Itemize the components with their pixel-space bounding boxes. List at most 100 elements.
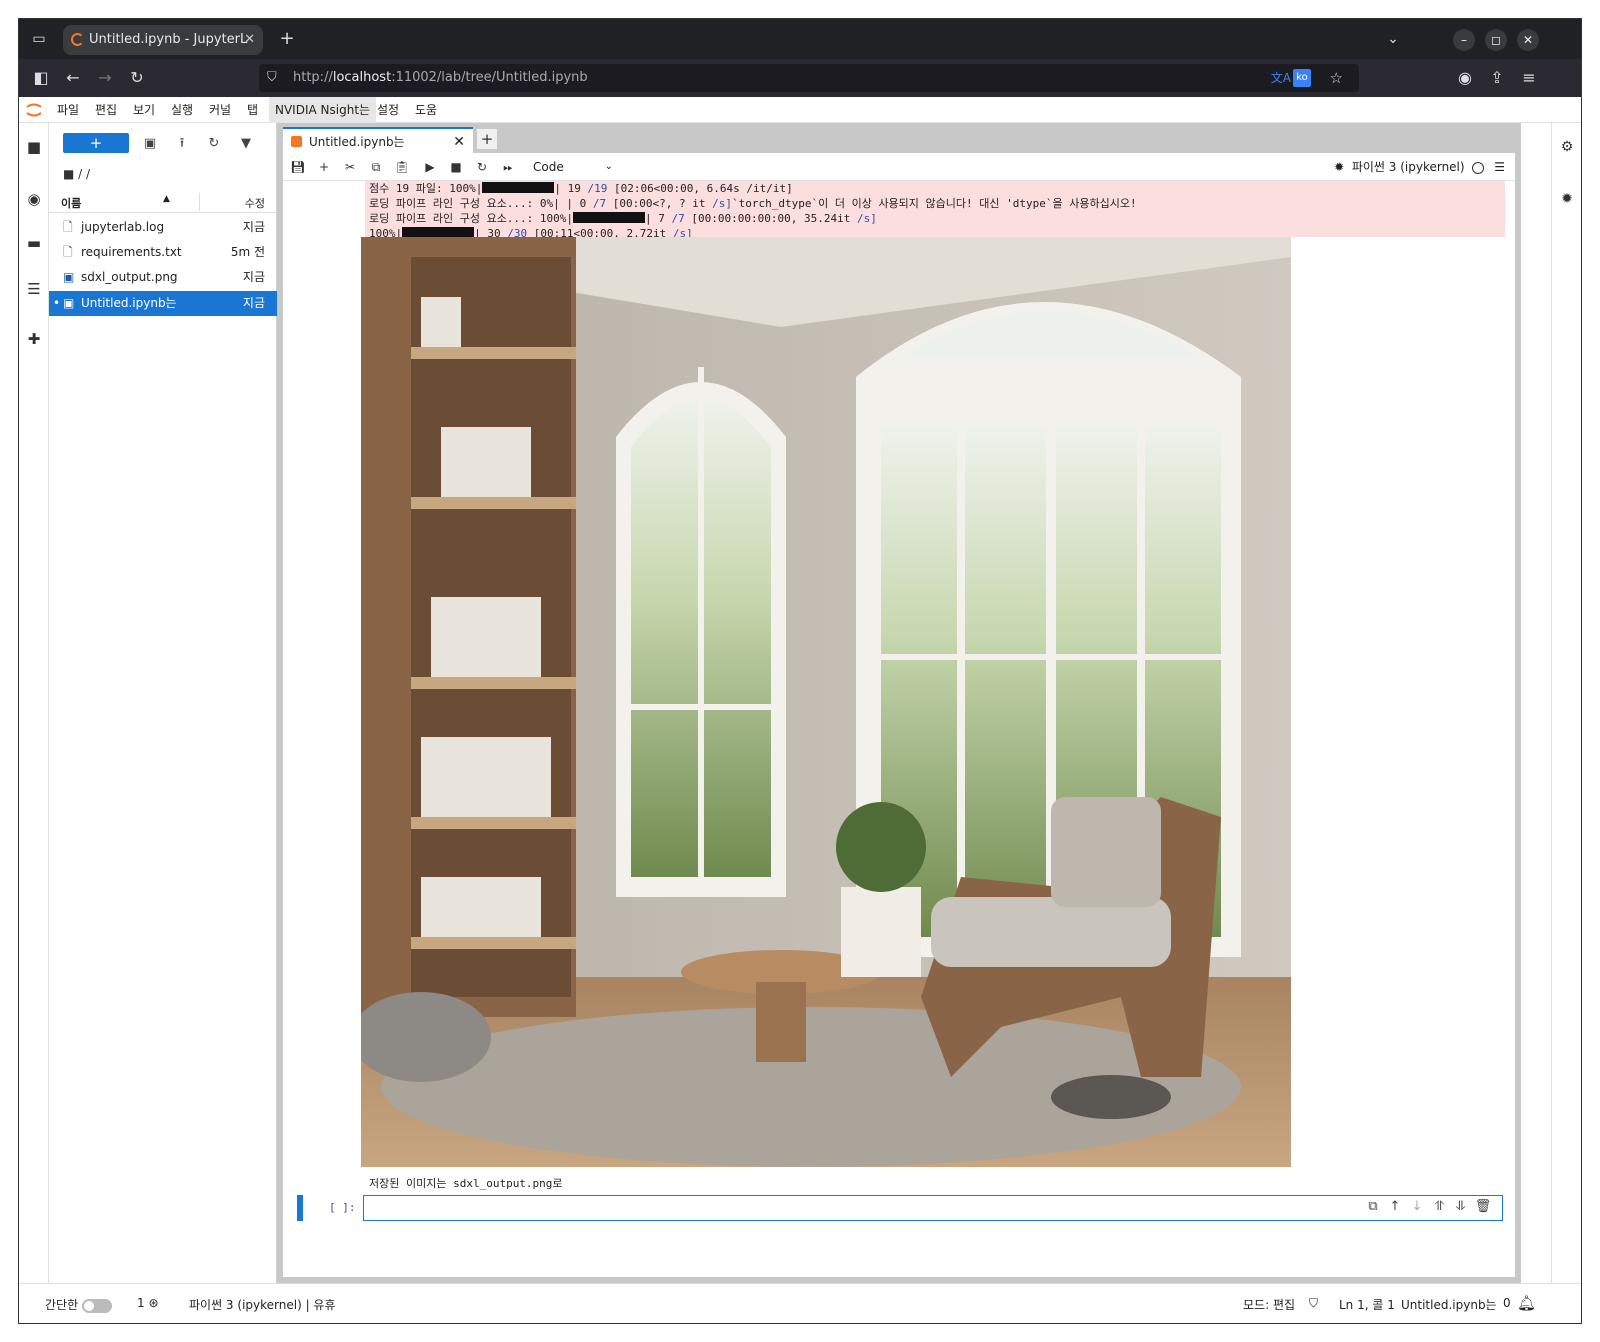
- toc-icon[interactable]: ☰: [24, 279, 44, 299]
- file-list-header: 이름 ▲ 수정: [49, 191, 277, 213]
- jupyter-logo-icon: [26, 103, 42, 117]
- new-launcher-button[interactable]: +: [63, 133, 129, 153]
- terminal-count[interactable]: 1 ⊛: [137, 1296, 159, 1310]
- forward-icon[interactable]: →: [93, 66, 117, 90]
- run-icon[interactable]: ▶: [421, 158, 439, 176]
- paste-icon[interactable]: 📋︎: [393, 158, 411, 176]
- image-icon: ▣: [63, 270, 75, 284]
- browser-tab-strip: ▭ Untitled.ipynb - JupyterL ✕ + ⌄ – ◻ ✕: [19, 19, 1581, 59]
- file-name: requirements.txt: [81, 245, 182, 259]
- minimize-icon[interactable]: –: [1453, 29, 1475, 51]
- bell-icon[interactable]: 🔔︎: [1517, 1294, 1536, 1312]
- upload-icon[interactable]: ⭱: [173, 135, 191, 153]
- filter-icon[interactable]: ▼: [237, 135, 255, 153]
- menu-settings[interactable]: 설정: [371, 97, 405, 123]
- stderr-text: | 19: [554, 182, 588, 195]
- insert-below-icon[interactable]: ⥥: [1450, 1199, 1472, 1214]
- menu-run[interactable]: 실행: [165, 97, 199, 123]
- notebook-tab[interactable]: Untitled.ipynb는 ✕: [283, 127, 473, 153]
- tab-list-chevron-icon[interactable]: ⌄: [1381, 27, 1405, 51]
- new-launcher-tab-icon[interactable]: +: [477, 129, 497, 149]
- run-all-icon[interactable]: ⏩︎: [499, 158, 517, 176]
- url-bar[interactable]: ⛉ http://localhost:11002/lab/tree/Untitl…: [259, 64, 1359, 92]
- active-cell-indicator: [297, 1195, 303, 1221]
- property-inspector-icon[interactable]: ⚙: [1557, 137, 1577, 157]
- terminal-count-value: 1: [137, 1296, 145, 1310]
- menu-nvidia-nsight[interactable]: NVIDIA Nsight는: [269, 97, 377, 123]
- translate-lang-badge[interactable]: ko: [1293, 69, 1311, 87]
- menu-edit[interactable]: 편집: [89, 97, 123, 123]
- kernel-status[interactable]: 파이썬 3 (ipykernel) | 유휴: [189, 1296, 336, 1313]
- refresh-icon[interactable]: ↻: [205, 135, 223, 153]
- cell-stdout-output: 저장된 이미지는 sdxl_output.png로: [369, 1177, 563, 1190]
- move-down-icon[interactable]: ↓: [1406, 1199, 1428, 1214]
- move-up-icon[interactable]: ↑: [1384, 1199, 1406, 1214]
- extension-puzzle-icon[interactable]: ✚: [24, 329, 44, 349]
- restart-icon[interactable]: ↻: [473, 158, 491, 176]
- tab-overview-icon[interactable]: ▭: [27, 27, 51, 51]
- account-icon[interactable]: ◉: [1453, 66, 1477, 90]
- folder-icon[interactable]: ■: [24, 137, 44, 157]
- breadcrumb[interactable]: ■ / /: [63, 167, 90, 181]
- menu-view[interactable]: 보기: [127, 97, 161, 123]
- new-folder-icon[interactable]: ▣: [141, 135, 159, 153]
- copy-icon[interactable]: ⧉: [367, 158, 385, 176]
- bookmark-star-icon[interactable]: ☆: [1330, 64, 1343, 92]
- stderr-text: 100%|: [369, 227, 403, 237]
- app-menu-icon[interactable]: ≡: [1517, 66, 1541, 90]
- notification-count[interactable]: 0: [1503, 1296, 1511, 1310]
- menu-file[interactable]: 파일: [51, 97, 85, 123]
- stderr-text: | 7: [645, 212, 672, 225]
- cell-type-value: Code: [533, 160, 564, 174]
- active-code-cell[interactable]: [ ]: ⧉ ↑ ↓ ⥣ ⥥ 🗑︎: [283, 1193, 1515, 1225]
- stderr-text: [00:00:00:00:00, 35.24it: [684, 212, 857, 225]
- menu-icon[interactable]: ☰: [1494, 160, 1505, 174]
- file-row[interactable]: 🗋 requirements.txt 5m 전: [49, 240, 277, 265]
- translate-icon[interactable]: 文A: [1271, 64, 1291, 92]
- close-window-icon[interactable]: ✕: [1517, 29, 1539, 51]
- running-icon[interactable]: ◉: [24, 189, 44, 209]
- file-icon: 🗋: [63, 220, 73, 234]
- name-column-header[interactable]: 이름: [61, 195, 81, 211]
- menu-kernel[interactable]: 커널: [203, 97, 237, 123]
- stderr-text: 로딩 파이프 라인 구성 요소...: 100%|: [369, 212, 574, 225]
- stop-icon[interactable]: ■: [447, 158, 465, 176]
- file-row[interactable]: ▣ sdxl_output.png 지금: [49, 265, 277, 290]
- browser-window: ▭ Untitled.ipynb - JupyterL ✕ + ⌄ – ◻ ✕ …: [18, 18, 1582, 1324]
- insert-above-icon[interactable]: ⥣: [1428, 1199, 1450, 1214]
- extensions-icon[interactable]: ⇪: [1485, 66, 1509, 90]
- reload-icon[interactable]: ↻: [125, 66, 149, 90]
- delete-cell-icon[interactable]: 🗑︎: [1472, 1199, 1494, 1214]
- cursor-position[interactable]: Ln 1, 콜 1: [1339, 1296, 1395, 1313]
- sidebar-toggle-icon[interactable]: ◧: [29, 66, 53, 90]
- simple-mode-toggle[interactable]: 간단한: [45, 1296, 113, 1313]
- debugger-bug-icon[interactable]: ✹: [1557, 189, 1577, 209]
- close-icon[interactable]: ✕: [453, 129, 465, 155]
- file-modified: 지금: [242, 270, 265, 284]
- file-row[interactable]: 🗋 jupyterlab.log 지금: [49, 215, 277, 240]
- menu-tabs[interactable]: 탭: [241, 97, 264, 123]
- stderr-text: /s]: [712, 197, 732, 210]
- maximize-icon[interactable]: ◻: [1485, 29, 1507, 51]
- duplicate-cell-icon[interactable]: ⧉: [1362, 1199, 1384, 1214]
- toggle-switch[interactable]: [82, 1298, 113, 1313]
- new-tab-icon[interactable]: +: [275, 27, 299, 51]
- cell-type-select[interactable]: Code ⌄: [533, 157, 613, 177]
- kernel-indicator[interactable]: ✹ 파이썬 3 (ipykernel) ☰: [1334, 158, 1505, 175]
- file-row-selected[interactable]: • ▣ Untitled.ipynb는 지금: [49, 291, 277, 316]
- progress-bar: [482, 182, 555, 193]
- menu-help[interactable]: 도움: [409, 97, 443, 123]
- status-file-name: Untitled.ipynb는: [1401, 1298, 1497, 1312]
- insert-cell-icon[interactable]: +: [315, 158, 333, 176]
- back-icon[interactable]: ←: [61, 66, 85, 90]
- cut-icon[interactable]: ✂: [341, 158, 359, 176]
- code-editor[interactable]: ⧉ ↑ ↓ ⥣ ⥥ 🗑︎: [363, 1195, 1503, 1221]
- modified-column-header[interactable]: 수정: [245, 195, 265, 211]
- gpu-icon[interactable]: ▬: [24, 233, 44, 253]
- url-path: :11002/lab/tree/Untitled.ipynb: [391, 70, 588, 85]
- save-icon[interactable]: 💾︎: [289, 158, 307, 176]
- stderr-text: /s]: [672, 227, 693, 237]
- bug-icon[interactable]: ✹: [1334, 160, 1344, 174]
- close-tab-icon[interactable]: ✕: [244, 25, 255, 55]
- browser-tab[interactable]: Untitled.ipynb - JupyterL ✕: [63, 25, 263, 55]
